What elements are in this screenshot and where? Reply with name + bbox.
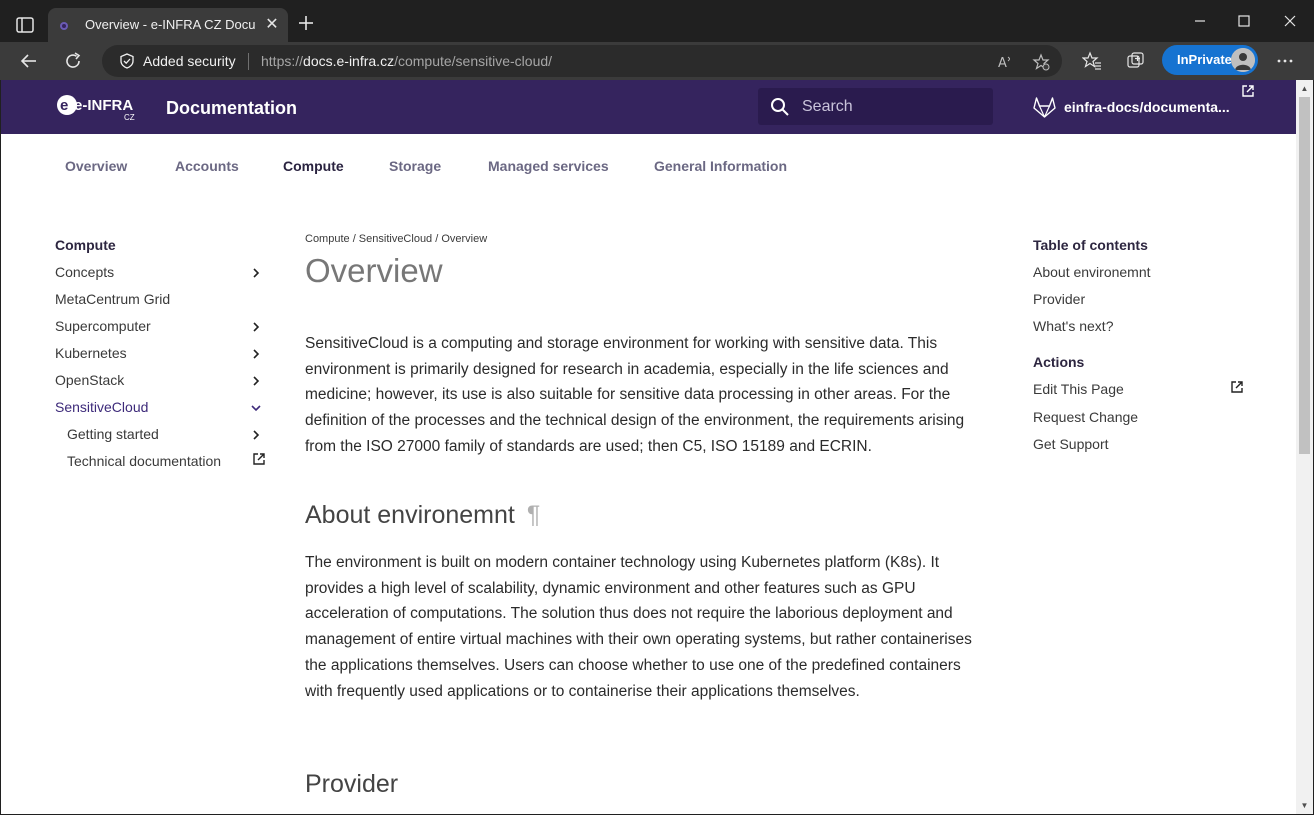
request-change-link[interactable]: Request Change bbox=[1033, 409, 1138, 425]
search-input[interactable]: Search bbox=[758, 88, 993, 125]
scrollbar-thumb[interactable] bbox=[1299, 97, 1310, 454]
gitlab-icon[interactable] bbox=[1032, 95, 1057, 120]
chevron-right-icon[interactable] bbox=[250, 347, 262, 359]
tab-title: Overview - e-INFRA CZ Documentation bbox=[85, 17, 255, 32]
tab-general-information[interactable]: General Information bbox=[654, 158, 787, 174]
toc-item-whats-next[interactable]: What's next? bbox=[1033, 318, 1114, 334]
favorites-icon[interactable] bbox=[1081, 51, 1102, 71]
scroll-down-icon[interactable]: ▼ bbox=[1300, 801, 1309, 810]
edit-page-link[interactable]: Edit This Page bbox=[1033, 381, 1124, 397]
chevron-right-icon[interactable] bbox=[250, 266, 262, 278]
url-text[interactable]: https://docs.e-infra.cz/compute/sensitiv… bbox=[261, 53, 552, 69]
browser-toolbar: Added security https://docs.e-infra.cz/c… bbox=[0, 42, 1314, 80]
tab-storage[interactable]: Storage bbox=[389, 158, 441, 174]
read-aloud-icon[interactable]: A bbox=[996, 53, 1014, 71]
tab-overview[interactable]: Overview bbox=[65, 158, 127, 174]
maximize-icon[interactable] bbox=[1232, 9, 1256, 33]
section-tabs: Overview Accounts Compute Storage Manage… bbox=[1, 134, 1296, 196]
sidebar-title[interactable]: Compute bbox=[55, 237, 116, 253]
einfra-logo[interactable]: e e-INFRA CZ bbox=[56, 92, 136, 124]
svg-text:e: e bbox=[60, 97, 68, 114]
minimize-icon[interactable] bbox=[1188, 9, 1212, 33]
scroll-up-icon[interactable]: ▲ bbox=[1300, 84, 1309, 93]
section-heading-about-text: About environemnt bbox=[305, 501, 515, 529]
get-support-link[interactable]: Get Support bbox=[1033, 436, 1109, 452]
tab-managed-services[interactable]: Managed services bbox=[488, 158, 609, 174]
toc-item-provider[interactable]: Provider bbox=[1033, 291, 1085, 307]
external-link-icon[interactable] bbox=[1241, 84, 1255, 98]
chevron-right-icon[interactable] bbox=[250, 428, 262, 440]
close-window-icon[interactable] bbox=[1278, 9, 1302, 33]
sidebar-item-concepts[interactable]: Concepts bbox=[55, 264, 114, 280]
sidebar-item-openstack[interactable]: OpenStack bbox=[55, 372, 124, 388]
repo-link[interactable]: einfra-docs/documenta... bbox=[1064, 99, 1230, 115]
intro-paragraph: SensitiveCloud is a computing and storag… bbox=[305, 335, 965, 455]
profile-avatar bbox=[1231, 48, 1255, 72]
external-link-icon[interactable] bbox=[252, 452, 266, 466]
browser-titlebar: Overview - e-INFRA CZ Documentation ✕ bbox=[0, 0, 1314, 42]
sidebar-item-supercomputer[interactable]: Supercomputer bbox=[55, 318, 151, 334]
breadcrumb[interactable]: Compute / SensitiveCloud / Overview bbox=[305, 233, 487, 245]
url-path: /compute/sensitive-cloud/ bbox=[394, 53, 553, 69]
tab-compute[interactable]: Compute bbox=[283, 158, 344, 174]
security-label[interactable]: Added security bbox=[143, 53, 236, 69]
refresh-icon[interactable] bbox=[62, 50, 84, 72]
sidebar-item-kubernetes[interactable]: Kubernetes bbox=[55, 345, 127, 361]
page-viewport: e e-INFRA CZ Documentation Search einfra… bbox=[1, 80, 1296, 814]
sidebar-item-sensitivecloud[interactable]: SensitiveCloud bbox=[55, 399, 148, 415]
chevron-right-icon[interactable] bbox=[250, 320, 262, 332]
actions-title: Actions bbox=[1033, 354, 1085, 370]
search-placeholder: Search bbox=[802, 98, 853, 115]
favorite-add-icon[interactable] bbox=[1032, 53, 1050, 71]
toc-title: Table of contents bbox=[1033, 237, 1148, 253]
logo-sub: CZ bbox=[124, 113, 135, 122]
page-title: Overview bbox=[305, 252, 443, 289]
favicon-icon bbox=[58, 19, 70, 31]
inprivate-label: InPrivate bbox=[1177, 52, 1232, 67]
sidebar-item-technical-documentation[interactable]: Technical documentation bbox=[67, 453, 221, 469]
svg-text:A: A bbox=[998, 56, 1007, 71]
tab-actions-icon[interactable] bbox=[14, 14, 36, 36]
logo-text: e-INFRA bbox=[74, 97, 133, 114]
more-options-icon[interactable] bbox=[1275, 51, 1295, 71]
toc-item-about[interactable]: About environemnt bbox=[1033, 264, 1151, 280]
section-heading-provider: Provider bbox=[305, 770, 399, 798]
url-host: docs.e-infra.cz bbox=[303, 53, 395, 69]
tab-accounts[interactable]: Accounts bbox=[175, 158, 239, 174]
about-paragraph: The environment is built on modern conta… bbox=[305, 554, 972, 700]
page-scrollbar[interactable]: ▲ ▼ bbox=[1296, 80, 1313, 814]
chevron-right-icon[interactable] bbox=[250, 374, 262, 386]
permalink-icon[interactable]: ¶ bbox=[527, 501, 540, 529]
external-link-icon[interactable] bbox=[1230, 380, 1244, 394]
address-bar[interactable]: Added security https://docs.e-infra.cz/c… bbox=[102, 45, 1062, 77]
browser-tab-active[interactable]: Overview - e-INFRA CZ Documentation ✕ bbox=[48, 8, 288, 42]
shield-check-icon[interactable] bbox=[119, 53, 135, 69]
site-header: e e-INFRA CZ Documentation Search einfra… bbox=[1, 80, 1296, 134]
back-icon[interactable] bbox=[18, 50, 40, 72]
chevron-down-icon[interactable] bbox=[250, 401, 262, 413]
close-tab-icon[interactable]: ✕ bbox=[262, 15, 282, 35]
sidebar-item-getting-started[interactable]: Getting started bbox=[67, 426, 159, 442]
site-title[interactable]: Documentation bbox=[166, 98, 297, 119]
url-prefix: https:// bbox=[261, 53, 304, 69]
address-divider bbox=[248, 53, 249, 70]
inprivate-button[interactable]: InPrivate bbox=[1162, 45, 1258, 75]
new-tab-icon[interactable] bbox=[296, 13, 316, 33]
sidebar-item-metacentrum-grid[interactable]: MetaCentrum Grid bbox=[55, 291, 170, 307]
search-icon bbox=[770, 97, 790, 117]
collections-icon[interactable] bbox=[1126, 51, 1146, 71]
section-heading-about: About environemnt ¶ bbox=[305, 501, 540, 530]
